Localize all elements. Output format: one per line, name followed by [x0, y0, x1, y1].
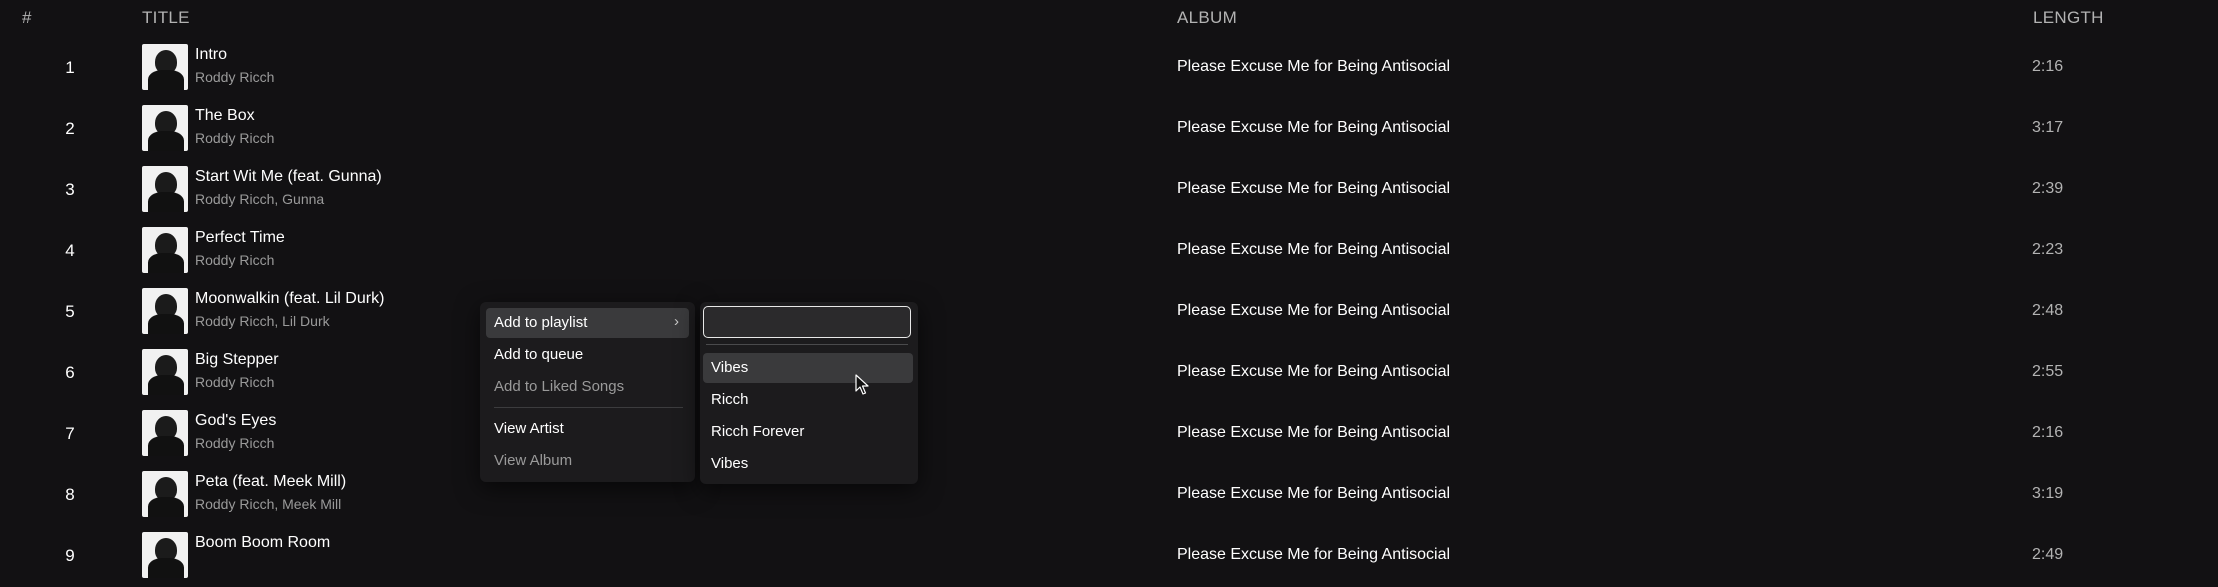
track-list-header: # TITLE ALBUM LENGTH — [0, 0, 2218, 34]
menu-item-add-to-queue[interactable]: Add to queue — [486, 340, 689, 370]
track-title: Boom Boom Room — [195, 534, 331, 551]
track-number: 2 — [65, 119, 75, 138]
album-cover-image — [142, 532, 188, 578]
track-context-menu: Add to playlist › Add to queue Add to Li… — [480, 302, 695, 482]
track-artist[interactable]: Roddy Ricch — [195, 130, 274, 146]
menu-item-label: Add to playlist — [494, 314, 588, 331]
track-length: 2:16 — [2032, 424, 2064, 441]
track-row[interactable]: 9 Boom Boom Room Please Excuse Me for Be… — [0, 526, 2218, 587]
track-title: Start Wit Me (feat. Gunna) — [195, 168, 382, 185]
track-number: 8 — [65, 485, 75, 504]
track-artist[interactable]: Roddy Ricch, Meek Mill — [195, 496, 341, 512]
track-album[interactable]: Please Excuse Me for Being Antisocial — [1177, 485, 1450, 503]
track-title: Moonwalkin (feat. Lil Durk) — [195, 290, 385, 307]
track-number: 1 — [65, 58, 75, 77]
track-album[interactable]: Please Excuse Me for Being Antisocial — [1177, 424, 1450, 442]
track-title: The Box — [195, 107, 255, 124]
track-length: 2:48 — [2032, 302, 2064, 319]
track-length: 2:39 — [2032, 180, 2064, 197]
track-length: 2:23 — [2032, 241, 2064, 258]
track-album[interactable]: Please Excuse Me for Being Antisocial — [1177, 363, 1450, 381]
column-title-header[interactable]: TITLE — [142, 8, 190, 28]
menu-item-add-to-liked-songs[interactable]: Add to Liked Songs — [486, 372, 689, 402]
chevron-right-icon: › — [674, 313, 679, 330]
submenu-divider — [706, 344, 908, 345]
column-album-header[interactable]: ALBUM — [1177, 8, 1237, 28]
track-row[interactable]: 5 Moonwalkin (feat. Lil Durk) Roddy Ricc… — [0, 282, 2218, 343]
track-length: 3:19 — [2032, 485, 2064, 502]
track-artist[interactable]: Roddy Ricch — [195, 435, 274, 451]
track-artist[interactable]: Roddy Ricch — [195, 69, 274, 85]
track-row[interactable]: 2 The Box Roddy Ricch Please Excuse Me f… — [0, 99, 2218, 160]
track-artist[interactable]: Roddy Ricch — [195, 252, 274, 268]
track-album[interactable]: Please Excuse Me for Being Antisocial — [1177, 180, 1450, 198]
playlist-item-ricch-forever[interactable]: Ricch Forever — [703, 417, 913, 447]
track-number: 5 — [65, 302, 75, 321]
track-length: 2:16 — [2032, 58, 2064, 75]
track-title: God's Eyes — [195, 412, 277, 429]
track-title: Big Stepper — [195, 351, 279, 368]
album-cover-image — [142, 349, 188, 395]
track-artist[interactable]: Roddy Ricch — [195, 374, 274, 390]
mouse-pointer-icon — [855, 374, 869, 395]
playlist-item-vibes-2[interactable]: Vibes — [703, 449, 913, 479]
album-cover-image — [142, 288, 188, 334]
menu-item-add-to-playlist[interactable]: Add to playlist › — [486, 308, 689, 338]
track-length: 2:49 — [2032, 546, 2064, 563]
album-cover-image — [142, 410, 188, 456]
track-number: 3 — [65, 180, 75, 199]
playlist-submenu: Vibes Ricch Ricch Forever Vibes — [700, 302, 918, 484]
track-album[interactable]: Please Excuse Me for Being Antisocial — [1177, 241, 1450, 259]
track-title: Intro — [195, 46, 228, 63]
track-number: 6 — [65, 363, 75, 382]
menu-item-view-artist[interactable]: View Artist — [486, 414, 689, 444]
album-cover-image — [142, 471, 188, 517]
track-title: Peta (feat. Meek Mill) — [195, 473, 347, 490]
track-length: 3:17 — [2032, 119, 2064, 136]
track-album[interactable]: Please Excuse Me for Being Antisocial — [1177, 546, 1450, 564]
track-row[interactable]: 6 Big Stepper Roddy Ricch Please Excuse … — [0, 343, 2218, 404]
track-album[interactable]: Please Excuse Me for Being Antisocial — [1177, 58, 1450, 76]
album-cover-image — [142, 44, 188, 90]
track-number: 7 — [65, 424, 75, 443]
track-number: 9 — [65, 546, 75, 565]
track-list: 1 Intro Roddy Ricch Please Excuse Me for… — [0, 38, 2218, 587]
menu-divider — [494, 407, 683, 408]
playlist-item-ricch[interactable]: Ricch — [703, 385, 913, 415]
track-artist[interactable]: Roddy Ricch, Lil Durk — [195, 313, 330, 329]
playlist-item-vibes[interactable]: Vibes — [703, 353, 913, 383]
column-length-header[interactable]: LENGTH — [2033, 8, 2104, 28]
track-row[interactable]: 3 Start Wit Me (feat. Gunna) Roddy Ricch… — [0, 160, 2218, 221]
menu-item-view-album[interactable]: View Album — [486, 446, 689, 476]
track-title: Perfect Time — [195, 229, 285, 246]
track-length: 2:55 — [2032, 363, 2064, 380]
track-album[interactable]: Please Excuse Me for Being Antisocial — [1177, 302, 1450, 320]
playlist-search-input[interactable] — [703, 306, 911, 338]
track-album[interactable]: Please Excuse Me for Being Antisocial — [1177, 119, 1450, 137]
album-cover-image — [142, 227, 188, 273]
column-number-header: # — [22, 8, 32, 27]
track-row[interactable]: 7 God's Eyes Roddy Ricch Please Excuse M… — [0, 404, 2218, 465]
track-row[interactable]: 8 Peta (feat. Meek Mill) Roddy Ricch, Me… — [0, 465, 2218, 526]
track-artist[interactable]: Roddy Ricch, Gunna — [195, 191, 324, 207]
album-cover-image — [142, 166, 188, 212]
album-cover-image — [142, 105, 188, 151]
track-row[interactable]: 4 Perfect Time Roddy Ricch Please Excuse… — [0, 221, 2218, 282]
track-row[interactable]: 1 Intro Roddy Ricch Please Excuse Me for… — [0, 38, 2218, 99]
track-number: 4 — [65, 241, 75, 260]
